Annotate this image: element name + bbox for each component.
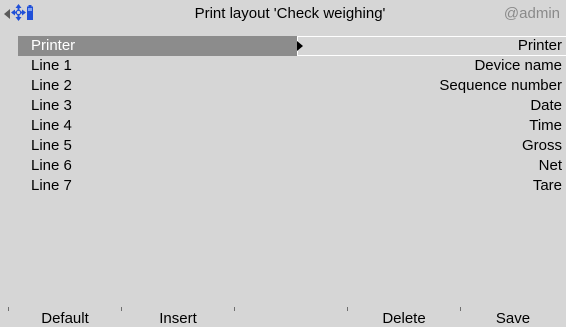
list-row-printer[interactable]: Printer Printer <box>0 36 566 56</box>
row-value: Time <box>529 117 562 134</box>
list-row[interactable]: Line 1 Device name <box>0 56 566 76</box>
row-value: Net <box>538 157 562 174</box>
crosshair-move-icon[interactable] <box>11 4 26 26</box>
battery-icon <box>27 5 33 25</box>
row-key: Line 3 <box>31 97 72 114</box>
list-row[interactable]: Line 4 Time <box>0 116 566 136</box>
row-value: Device name <box>474 57 562 74</box>
default-button[interactable]: Default <box>9 307 121 327</box>
screen: Print layout 'Check weighing' @admin Pri… <box>0 0 566 327</box>
row-value: Sequence number <box>439 77 562 94</box>
list-row[interactable]: Line 2 Sequence number <box>0 76 566 96</box>
empty-softkey[interactable] <box>235 307 347 327</box>
header-bar: Print layout 'Check weighing' @admin <box>0 0 566 30</box>
list-row[interactable]: Line 5 Gross <box>0 136 566 156</box>
list-row[interactable]: Line 7 Tare <box>0 176 566 196</box>
row-value: Gross <box>521 137 562 154</box>
row-key: Line 2 <box>31 77 72 94</box>
softkey-bar: Default Insert Delete Save <box>0 307 566 327</box>
nav-icons <box>4 4 33 26</box>
row-key: Line 4 <box>31 117 72 134</box>
user-label: @admin <box>503 5 560 22</box>
left-arrow-icon[interactable] <box>4 6 10 24</box>
delete-button[interactable]: Delete <box>348 307 460 327</box>
row-key: Line 7 <box>31 177 72 194</box>
page-title: Print layout 'Check weighing' <box>194 5 386 22</box>
save-button[interactable]: Save <box>461 307 565 327</box>
row-key: Line 1 <box>31 57 72 74</box>
row-key: Printer <box>31 37 76 54</box>
row-key: Line 6 <box>31 157 72 174</box>
row-value: Date <box>530 97 562 114</box>
row-value: Printer <box>517 37 562 54</box>
selected-key-cell[interactable]: Printer <box>18 36 297 56</box>
insert-button[interactable]: Insert <box>122 307 234 327</box>
list-row[interactable]: Line 3 Date <box>0 96 566 116</box>
row-key: Line 5 <box>31 137 72 154</box>
settings-list: Printer Printer Line 1 Device name Line … <box>0 30 566 307</box>
row-value: Tare <box>532 177 562 194</box>
caret-right-icon <box>297 41 303 51</box>
list-row[interactable]: Line 6 Net <box>0 156 566 176</box>
